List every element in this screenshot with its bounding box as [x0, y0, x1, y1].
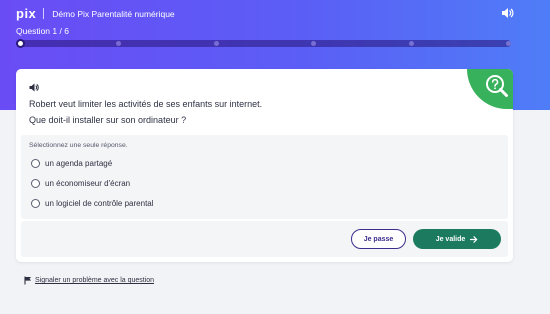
validate-button[interactable]: Je valide [413, 229, 501, 249]
question-mark-icon [486, 75, 508, 97]
answer-option-label[interactable]: un logiciel de contrôle parental [45, 199, 154, 208]
progress-track [20, 40, 511, 47]
question-counter: Question 1 / 6 [16, 26, 69, 36]
radio-button[interactable] [31, 159, 40, 168]
arrow-right-icon [470, 235, 478, 243]
answer-option-label[interactable]: un agenda partagé [45, 159, 112, 168]
radio-button[interactable] [31, 179, 40, 188]
pix-logo: pix [16, 6, 37, 21]
validate-button-label[interactable]: Je valide [436, 236, 466, 243]
progress-step [214, 41, 219, 46]
header-divider [43, 8, 45, 19]
question-line: Robert veut limiter les activités de ses… [29, 99, 263, 109]
answer-option[interactable]: un économiseur d'écran [31, 179, 130, 188]
answer-option[interactable]: un agenda partagé [31, 159, 112, 168]
actions-bar: Je passe Je valide [21, 221, 508, 257]
skip-button-label[interactable]: Je passe [364, 236, 394, 243]
progress-step [311, 41, 316, 46]
challenge-card: Robert veut limiter les activités de ses… [16, 69, 513, 262]
skip-button[interactable]: Je passe [351, 229, 406, 249]
report-problem-label[interactable]: Signaler un problème avec la question [35, 277, 154, 284]
speaker-icon[interactable] [501, 7, 514, 19]
answer-instruction: Sélectionnez une seule réponse. [29, 142, 128, 149]
progress-step [116, 41, 121, 46]
report-problem-link[interactable]: Signaler un problème avec la question [24, 276, 154, 285]
flag-icon [24, 276, 31, 285]
header-topbar: pix Démo Pix Parentalité numérique [16, 6, 175, 21]
answer-option[interactable]: un logiciel de contrôle parental [31, 199, 154, 208]
answers-panel: Sélectionnez une seule réponse. un agend… [21, 135, 508, 219]
progress-step-current [16, 39, 25, 48]
progress-step [409, 41, 414, 46]
question-speaker-icon[interactable] [29, 83, 39, 92]
answer-option-label[interactable]: un économiseur d'écran [45, 179, 130, 188]
question-text: Robert veut limiter les activités de ses… [29, 97, 262, 128]
assessment-title: Démo Pix Parentalité numérique [52, 8, 175, 19]
progress-step [506, 41, 511, 46]
radio-button[interactable] [31, 199, 40, 208]
question-line: Que doit-il installer sur son ordinateur… [29, 114, 187, 125]
